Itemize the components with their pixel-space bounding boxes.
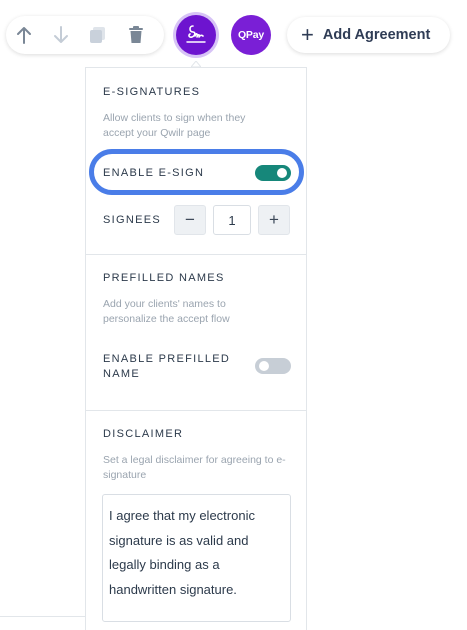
esign-settings-button[interactable] [176,15,216,55]
disclaimer-text: I agree that my electronic signature is … [109,508,255,597]
disclaimer-heading: DISCLAIMER [103,428,184,440]
enable-esign-highlight [89,149,304,195]
add-agreement-label: Add Agreement [322,27,431,43]
esignatures-section: E-SIGNATURES Allow clients to sign when … [86,86,306,141]
disclaimer-section: DISCLAIMER Set a legal disclaimer for ag… [86,428,306,483]
duplicate-button[interactable] [89,25,107,45]
section-divider [86,254,306,255]
esignatures-heading: E-SIGNATURES [103,86,201,98]
page-divider [0,616,85,617]
qpay-label: QPay [237,29,265,41]
copy-icon [90,27,105,43]
disclaimer-description: Set a legal disclaimer for agreeing to e… [103,454,286,481]
enable-prefilled-name-label: ENABLE PREFILLED NAME [103,353,231,380]
move-up-button[interactable] [15,25,32,45]
signees-count-input[interactable]: 1 [213,205,251,235]
plus-icon: + [269,210,279,229]
delete-button[interactable] [127,25,144,45]
prefilled-names-section: PREFILLED NAMES Add your clients' names … [86,272,306,327]
signature-icon [186,25,206,43]
disclaimer-textarea[interactable]: I agree that my electronic signature is … [102,494,291,622]
qpay-button[interactable]: QPay [231,15,271,55]
prefilled-names-description: Add your clients' names to personalize t… [103,298,230,325]
section-divider [86,410,306,411]
plus-icon: + [301,22,314,47]
move-down-button[interactable] [52,25,69,45]
arrow-up-icon [16,27,31,44]
signees-increment-button[interactable]: + [258,205,290,235]
add-agreement-button[interactable]: + Add Agreement [287,17,450,53]
prefilled-names-heading: PREFILLED NAMES [103,272,225,284]
signees-count-value: 1 [228,212,236,228]
minus-icon: − [185,210,195,229]
arrow-down-icon [53,26,68,43]
trash-icon [128,26,143,43]
block-toolbar [6,16,164,54]
esignatures-description: Allow clients to sign when they accept y… [103,112,246,139]
signees-label: SIGNEES [103,214,162,226]
signees-decrement-button[interactable]: − [174,205,206,235]
enable-prefilled-name-toggle[interactable] [255,358,291,374]
toggle-knob [259,361,269,371]
